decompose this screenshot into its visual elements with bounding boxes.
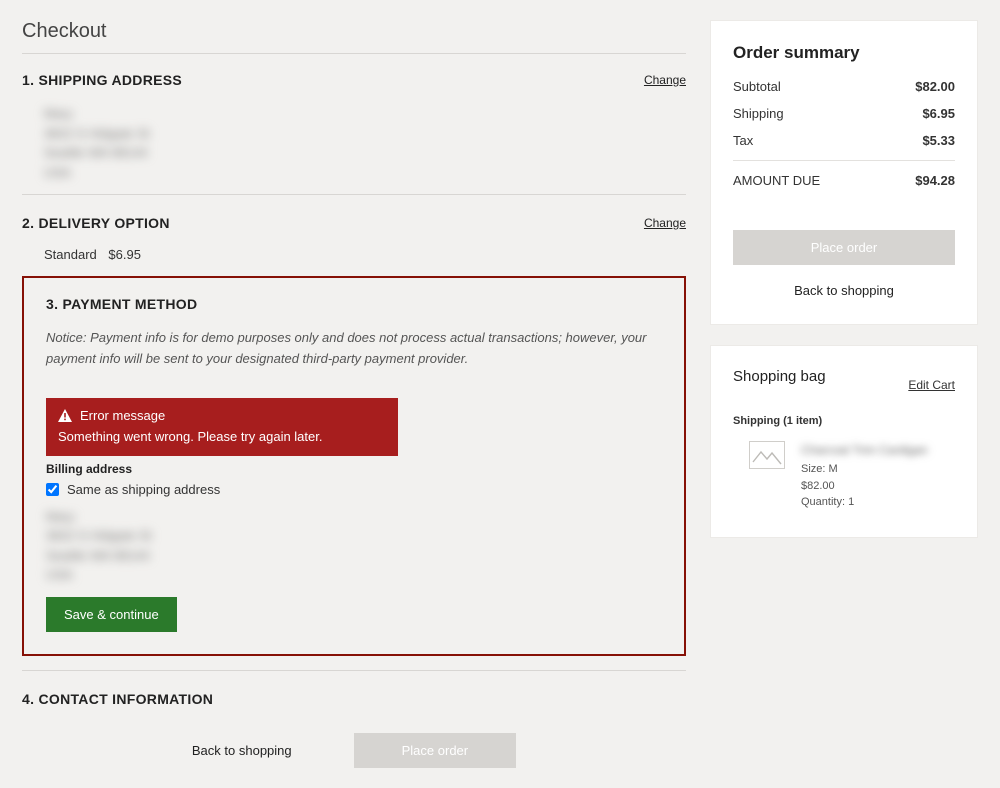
step-number: 3. <box>46 296 58 312</box>
same-as-shipping-checkbox[interactable] <box>46 483 59 496</box>
bag-item-thumbnail <box>749 441 785 469</box>
bag-shipping-label: Shipping (1 item) <box>733 415 955 427</box>
bag-item-name: Charcoal Trim Cardigan <box>801 441 928 459</box>
change-shipping-link[interactable]: Change <box>644 73 686 87</box>
divider <box>22 53 686 54</box>
billing-address-text: Mary 3822 S Hidgate St Seattle WA 98144 … <box>46 507 662 585</box>
delivery-summary: Standard $6.95 <box>44 247 686 262</box>
summary-due-row: AMOUNT DUE $94.28 <box>733 173 955 188</box>
bottom-actions: Back to shopping Place order <box>22 733 686 768</box>
step-number: 2. <box>22 215 34 231</box>
summary-label: Tax <box>733 133 753 148</box>
step-label: DELIVERY OPTION <box>38 215 169 231</box>
place-order-button[interactable]: Place order <box>354 733 516 768</box>
step-number: 4. <box>22 691 34 707</box>
warning-icon <box>58 409 72 422</box>
summary-shipping-row: Shipping $6.95 <box>733 106 955 121</box>
divider <box>22 670 686 671</box>
step-shipping: 1. SHIPPING ADDRESS Change Mary 3822 S H… <box>22 72 686 182</box>
billing-address-label: Billing address <box>46 462 662 476</box>
shopping-bag-title: Shopping bag <box>733 368 826 385</box>
delivery-price: $6.95 <box>108 247 141 262</box>
change-delivery-link[interactable]: Change <box>644 216 686 230</box>
same-as-shipping-label: Same as shipping address <box>67 482 220 497</box>
summary-value: $82.00 <box>915 79 955 94</box>
save-continue-button[interactable]: Save & continue <box>46 597 177 632</box>
order-summary-panel: Order summary Subtotal $82.00 Shipping $… <box>710 20 978 325</box>
error-title: Error message <box>80 408 165 423</box>
summary-value: $5.33 <box>922 133 955 148</box>
bag-item-qty: Quantity: 1 <box>801 494 928 511</box>
shopping-bag-panel: Shopping bag Edit Cart Shipping (1 item)… <box>710 345 978 538</box>
back-to-shopping-link[interactable]: Back to shopping <box>192 743 292 758</box>
step-number: 1. <box>22 72 34 88</box>
delivery-option: Standard <box>44 247 97 262</box>
step-payment: 3. PAYMENT METHOD Notice: Payment info i… <box>22 276 686 656</box>
divider <box>22 194 686 195</box>
order-summary-title: Order summary <box>733 43 955 63</box>
bag-item-info: Charcoal Trim Cardigan Size: M $82.00 Qu… <box>801 441 928 511</box>
payment-notice: Notice: Payment info is for demo purpose… <box>46 328 662 370</box>
bag-item-price: $82.00 <box>801 478 928 495</box>
same-as-shipping-row[interactable]: Same as shipping address <box>46 482 662 497</box>
summary-subtotal-row: Subtotal $82.00 <box>733 79 955 94</box>
error-body: Something went wrong. Please try again l… <box>58 429 386 444</box>
step-label: PAYMENT METHOD <box>62 296 197 312</box>
summary-tax-row: Tax $5.33 <box>733 133 955 148</box>
step-delivery-title: 2. DELIVERY OPTION <box>22 215 170 231</box>
bag-item: Charcoal Trim Cardigan Size: M $82.00 Qu… <box>733 441 955 511</box>
shipping-address-text: Mary 3822 S Hidgate St Seattle WA 98144 … <box>44 104 686 182</box>
place-order-button-sidebar[interactable]: Place order <box>733 230 955 265</box>
step-contact: 4. CONTACT INFORMATION <box>22 691 686 707</box>
error-message-box: Error message Something went wrong. Plea… <box>46 398 398 456</box>
summary-label: Subtotal <box>733 79 781 94</box>
step-label: CONTACT INFORMATION <box>38 691 213 707</box>
page-title: Checkout <box>22 20 686 43</box>
step-payment-title: 3. PAYMENT METHOD <box>46 296 662 312</box>
step-delivery: 2. DELIVERY OPTION Change Standard $6.95 <box>22 215 686 262</box>
summary-label: AMOUNT DUE <box>733 173 820 188</box>
divider <box>733 160 955 161</box>
edit-cart-link[interactable]: Edit Cart <box>908 378 955 392</box>
summary-value: $6.95 <box>922 106 955 121</box>
summary-value: $94.28 <box>915 173 955 188</box>
step-contact-title: 4. CONTACT INFORMATION <box>22 691 213 707</box>
bag-item-size: Size: M <box>801 461 928 478</box>
step-shipping-title: 1. SHIPPING ADDRESS <box>22 72 182 88</box>
back-to-shopping-link-sidebar[interactable]: Back to shopping <box>794 283 894 298</box>
summary-label: Shipping <box>733 106 784 121</box>
step-label: SHIPPING ADDRESS <box>38 72 182 88</box>
